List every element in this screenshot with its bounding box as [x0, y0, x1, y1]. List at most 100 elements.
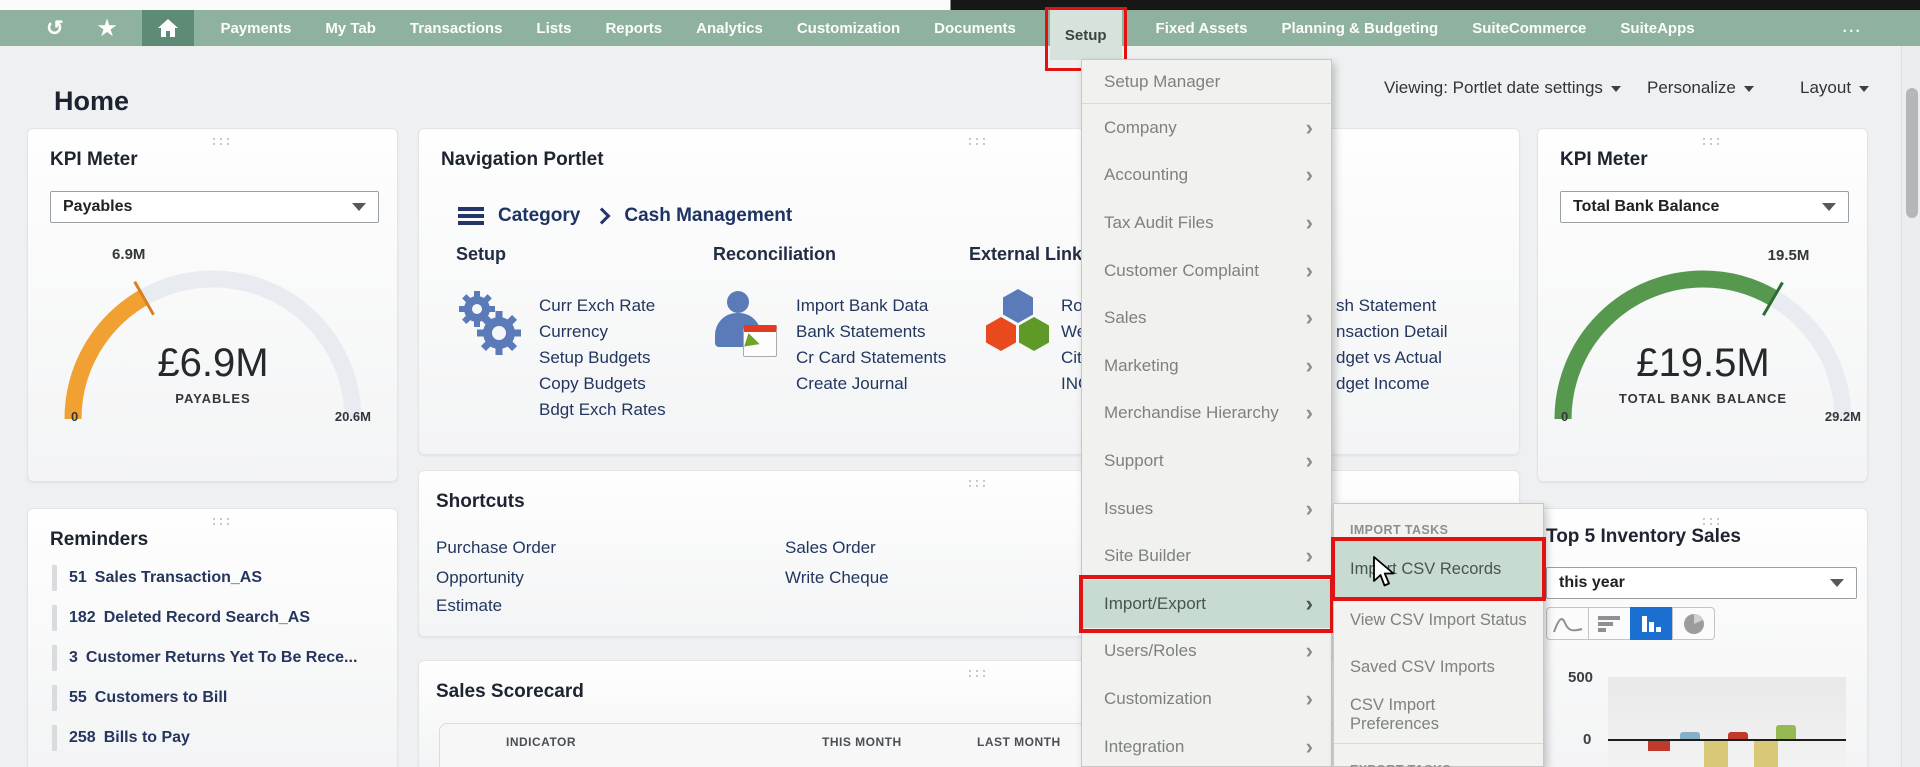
drag-handle-icon[interactable]	[969, 138, 971, 140]
menu-item-customization[interactable]: Customization	[1082, 675, 1331, 723]
drag-handle-icon[interactable]	[1702, 138, 1705, 140]
kpi-selector[interactable]: Payables	[50, 191, 379, 223]
nav-tab-reports[interactable]: Reports	[605, 20, 662, 37]
drag-handle-icon[interactable]	[969, 480, 971, 482]
vertical-scrollbar-track[interactable]	[1901, 46, 1920, 767]
nav-link[interactable]: Bank Statements	[796, 322, 925, 342]
drag-handle-icon[interactable]	[212, 138, 215, 140]
hamburger-menu-icon[interactable]	[458, 207, 484, 225]
submenu-item-csv-import-preferences[interactable]: CSV Import Preferences	[1334, 691, 1543, 738]
submenu-item-import-csv-records-highlighted[interactable]: Import CSV Records	[1331, 537, 1546, 601]
personalize-label: Personalize	[1647, 78, 1736, 97]
nav-link[interactable]: Import Bank Data	[796, 296, 928, 316]
date-range-selector[interactable]: this year	[1546, 567, 1857, 599]
menu-item-sales[interactable]: Sales	[1082, 294, 1331, 342]
menu-item-merchandise-hierarchy[interactable]: Merchandise Hierarchy	[1082, 390, 1331, 438]
nav-tab-documents[interactable]: Documents	[934, 20, 1016, 37]
drag-handle-icon[interactable]	[969, 670, 971, 672]
submenu-item-view-csv-import-status[interactable]: View CSV Import Status	[1334, 597, 1543, 644]
menu-item-import-export-highlighted[interactable]: Import/Export	[1079, 574, 1334, 633]
nav-link[interactable]: Bdgt Exch Rates	[539, 400, 666, 420]
menu-item-users-roles[interactable]: Users/Roles	[1082, 628, 1331, 676]
shortcut-link[interactable]: Sales Order	[785, 538, 876, 558]
page-title: Home	[54, 86, 130, 117]
nav-link-partially-hidden[interactable]: dget Income	[1336, 374, 1430, 394]
pie-chart-button[interactable]	[1672, 607, 1715, 640]
nav-tab-setup[interactable]: Setup	[1044, 7, 1127, 71]
reminder-item[interactable]: 51 Sales Transaction_AS	[52, 565, 262, 591]
menu-item-issues[interactable]: Issues	[1082, 485, 1331, 533]
reminder-item[interactable]: 182 Deleted Record Search_AS	[52, 605, 310, 631]
shortcut-link[interactable]: Purchase Order	[436, 538, 556, 558]
kpi-selector[interactable]: Total Bank Balance	[1560, 191, 1849, 223]
bar-segment	[1648, 741, 1670, 751]
nav-link-partially-hidden[interactable]: dget vs Actual	[1336, 348, 1442, 368]
nav-tab-transactions[interactable]: Transactions	[410, 20, 503, 37]
nav-overflow-ellipsis[interactable]: ...	[1843, 19, 1862, 37]
nav-tab-customization[interactable]: Customization	[797, 20, 900, 37]
menu-item-company[interactable]: Company	[1082, 104, 1331, 152]
nav-tab-suiteapps[interactable]: SuiteApps	[1620, 20, 1694, 37]
shortcut-link[interactable]: Estimate	[436, 596, 502, 616]
layout-label: Layout	[1800, 78, 1852, 97]
chevron-down-icon	[1822, 203, 1836, 211]
nav-link[interactable]: Currency	[539, 322, 608, 342]
reminder-item[interactable]: 55 Customers to Bill	[52, 685, 227, 711]
hexagon-cluster-icon	[986, 289, 1050, 355]
nav-link[interactable]: Curr Exch Rate	[539, 296, 655, 316]
kpi-selector-value: Total Bank Balance	[1573, 198, 1720, 215]
kpi-meter-portlet-total-bank-balance: KPI Meter Total Bank Balance 19.5M £19.5…	[1537, 128, 1868, 482]
shortcut-link[interactable]: Opportunity	[436, 568, 524, 588]
horizontal-bar-chart-button[interactable]	[1588, 607, 1631, 640]
nav-tab-planning-budgeting[interactable]: Planning & Budgeting	[1282, 20, 1439, 37]
breadcrumb-root[interactable]: Category	[498, 205, 580, 227]
nav-tab-payments[interactable]: Payments	[220, 20, 291, 37]
portlet-title: KPI Meter	[50, 149, 138, 170]
menu-item-setup-manager[interactable]: Setup Manager	[1082, 60, 1331, 104]
viewing-dropdown[interactable]: Viewing: Portlet date settings	[1384, 78, 1621, 98]
vertical-bar-chart-button-selected[interactable]	[1630, 607, 1673, 640]
nav-tab-fixed-assets[interactable]: Fixed Assets	[1156, 20, 1248, 37]
menu-item-label: Customer Complaint	[1104, 260, 1259, 280]
nav-link[interactable]: Create Journal	[796, 374, 908, 394]
nav-link[interactable]: Setup Budgets	[539, 348, 651, 368]
home-tab[interactable]	[142, 10, 195, 46]
reminder-item[interactable]: 258 Bills to Pay	[52, 725, 190, 751]
section-header-reconciliation: Reconciliation	[713, 244, 837, 264]
nav-link-partially-hidden[interactable]: nsaction Detail	[1336, 322, 1448, 342]
pie-chart-icon	[1683, 613, 1704, 634]
nav-tab-suitecommerce[interactable]: SuiteCommerce	[1472, 20, 1586, 37]
bar-segment	[1704, 741, 1728, 767]
menu-item-site-builder[interactable]: Site Builder	[1082, 532, 1331, 580]
shortcuts-star-icon[interactable]: ★	[98, 18, 117, 39]
reminder-marker	[52, 685, 57, 711]
menu-item-tax-audit-files[interactable]: Tax Audit Files	[1082, 199, 1331, 247]
gauge-min-label: 0	[71, 409, 79, 424]
nav-tab-lists[interactable]: Lists	[536, 20, 571, 37]
gauge-center-label: PAYABLES	[175, 391, 251, 406]
menu-item-label: Site Builder	[1104, 546, 1191, 566]
nav-link[interactable]: Cr Card Statements	[796, 348, 946, 368]
menu-item-accounting[interactable]: Accounting	[1082, 152, 1331, 200]
menu-item-support[interactable]: Support	[1082, 437, 1331, 485]
menu-item-label: Users/Roles	[1104, 641, 1197, 661]
nav-tab-my-tab[interactable]: My Tab	[325, 20, 376, 37]
nav-link-partially-hidden[interactable]: sh Statement	[1336, 296, 1436, 316]
layout-dropdown[interactable]: Layout	[1800, 78, 1870, 98]
recent-records-icon[interactable]: ↺	[46, 18, 64, 39]
personalize-dropdown[interactable]: Personalize	[1647, 78, 1754, 98]
drag-handle-icon[interactable]	[212, 518, 215, 520]
reminder-item[interactable]: 3 Customer Returns Yet To Be Rece...	[52, 645, 357, 671]
vertical-scrollbar-thumb[interactable]	[1906, 88, 1918, 218]
nav-link[interactable]: Copy Budgets	[539, 374, 646, 394]
reminders-portlet: Reminders 51 Sales Transaction_AS 182 Dele…	[27, 508, 398, 767]
reminder-marker	[52, 645, 57, 671]
shortcut-link[interactable]: Write Cheque	[785, 568, 889, 588]
menu-item-integration[interactable]: Integration	[1082, 723, 1331, 767]
nav-tab-analytics[interactable]: Analytics	[696, 20, 763, 37]
menu-item-marketing[interactable]: Marketing	[1082, 342, 1331, 390]
menu-item-customer-complaint[interactable]: Customer Complaint	[1082, 247, 1331, 295]
submenu-item-saved-csv-imports[interactable]: Saved CSV Imports	[1334, 644, 1543, 691]
drag-handle-icon[interactable]	[1702, 518, 1705, 520]
line-chart-button[interactable]	[1546, 607, 1589, 640]
